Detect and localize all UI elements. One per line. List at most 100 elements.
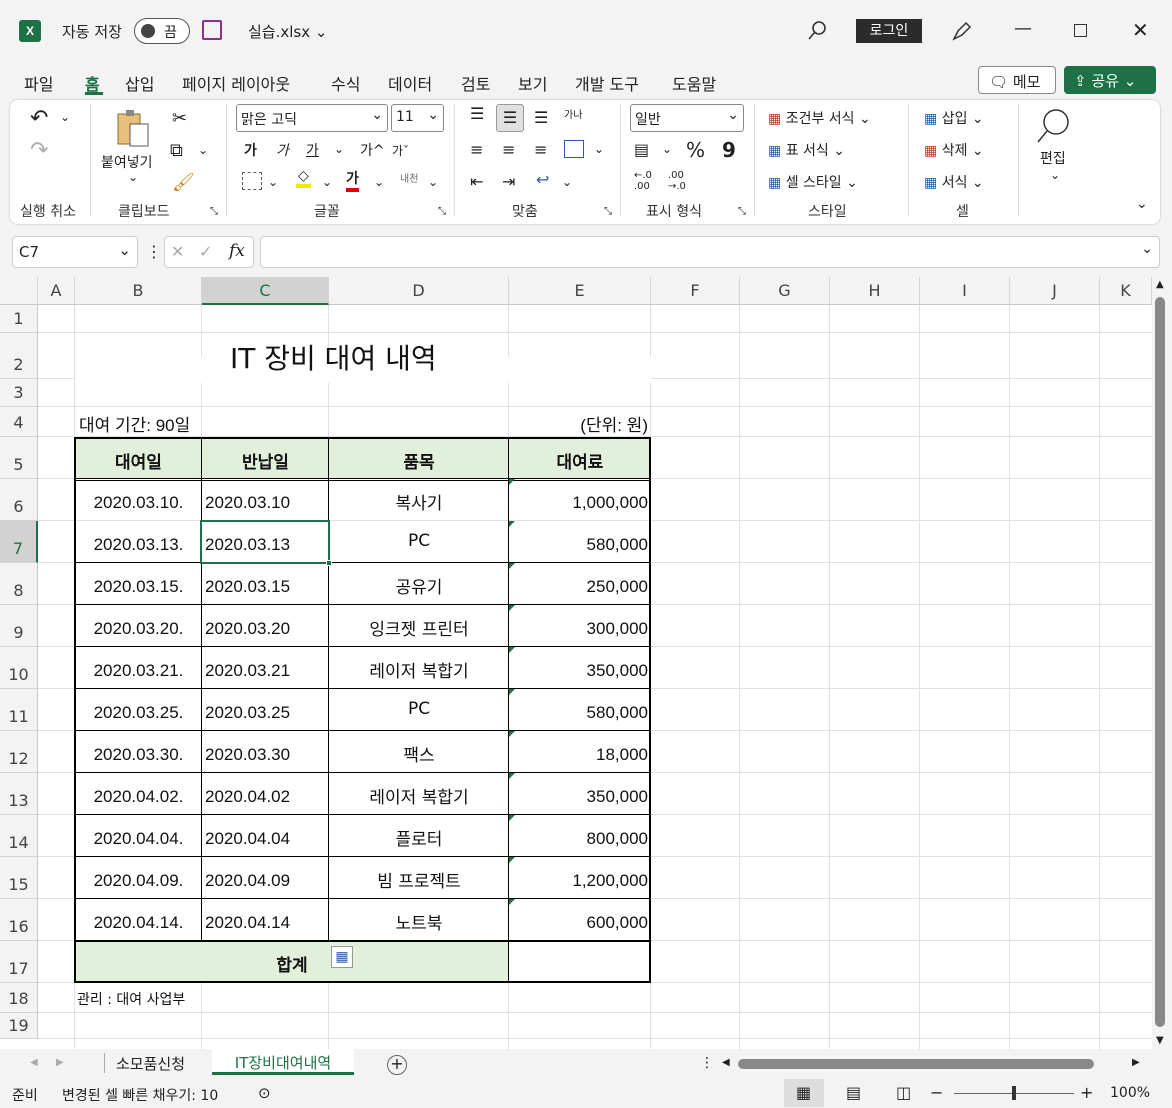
row-header[interactable]: 1: [0, 305, 38, 333]
zoom-level[interactable]: 100%: [1110, 1085, 1150, 1101]
autosave-toggle[interactable]: 끔: [134, 18, 190, 44]
number-format-combo[interactable]: 일반 ⌄: [630, 104, 744, 132]
sheet-tab-supplies[interactable]: 소모품신청: [116, 1053, 185, 1074]
align-right-icon[interactable]: ≡: [534, 140, 547, 159]
chevron-down-icon[interactable]: ⌄: [334, 142, 344, 156]
sheet-tab-it-rental[interactable]: IT장비대여내역: [212, 1049, 354, 1075]
row-header[interactable]: 15: [0, 857, 38, 899]
shrink-font-button[interactable]: 가ˇ: [392, 142, 409, 159]
column-header[interactable]: K: [1100, 277, 1152, 305]
format-as-table-button[interactable]: ▦ 표 서식 ⌄: [768, 140, 845, 160]
dialog-launcher-icon[interactable]: ⤡: [438, 206, 446, 217]
paste-icon[interactable]: [112, 108, 152, 150]
chevron-down-icon[interactable]: ⌄: [594, 142, 604, 156]
column-header[interactable]: A: [38, 277, 75, 305]
italic-button[interactable]: 가: [276, 140, 289, 160]
chevron-down-icon[interactable]: ⌄: [198, 143, 208, 157]
row-header[interactable]: 11: [0, 689, 38, 731]
column-header[interactable]: J: [1010, 277, 1100, 305]
row-header[interactable]: 19: [0, 1013, 38, 1039]
cut-icon[interactable]: ✂: [172, 108, 187, 129]
chevron-down-icon[interactable]: ⌄: [662, 142, 672, 156]
fill-color-icon[interactable]: ◇: [296, 168, 311, 188]
minimize-icon[interactable]: —: [1014, 18, 1032, 39]
close-icon[interactable]: ✕: [1132, 18, 1149, 42]
grow-font-button[interactable]: 가^: [360, 140, 385, 160]
row-header[interactable]: 6: [0, 479, 38, 521]
scroll-down-icon[interactable]: ▼: [1156, 1035, 1164, 1046]
chevron-down-icon[interactable]: ⌄: [1050, 168, 1060, 182]
align-middle-icon[interactable]: ☰: [496, 104, 524, 132]
page-layout-view-icon[interactable]: ▤: [846, 1083, 861, 1102]
scroll-left-icon[interactable]: ◀: [722, 1057, 730, 1068]
row-header[interactable]: 10: [0, 647, 38, 689]
align-center-icon[interactable]: ≡: [502, 140, 515, 159]
row-header[interactable]: 16: [0, 899, 38, 941]
copy-icon[interactable]: ⧉: [170, 140, 183, 161]
vertical-scrollbar[interactable]: ▲ ▼: [1152, 277, 1172, 1049]
search-icon[interactable]: [806, 20, 828, 42]
font-name-combo[interactable]: 맑은 고딕 ⌄: [236, 104, 388, 132]
scroll-right-icon[interactable]: ▶: [1132, 1057, 1140, 1068]
chevron-down-icon[interactable]: ⌄: [268, 175, 278, 189]
decrease-decimal-button[interactable]: .00 →.0: [668, 170, 694, 192]
dialog-launcher-icon[interactable]: ⤡: [210, 206, 218, 217]
borders-icon[interactable]: [242, 172, 262, 190]
merge-center-icon[interactable]: [564, 140, 584, 158]
format-painter-icon[interactable]: 🖌: [172, 172, 195, 193]
align-left-icon[interactable]: ≡: [470, 140, 483, 159]
more-options-icon[interactable]: ⋮: [700, 1055, 714, 1071]
share-button[interactable]: ⇪ 공유 ⌄: [1064, 66, 1156, 94]
font-color-button[interactable]: 가: [346, 168, 359, 192]
tab-data[interactable]: 데이터: [388, 71, 432, 95]
dialog-launcher-icon[interactable]: ⤡: [604, 206, 612, 217]
conditional-formatting-button[interactable]: ▦ 조건부 서식 ⌄: [768, 108, 871, 128]
chevron-down-icon[interactable]: ⌄: [60, 110, 70, 124]
enter-icon[interactable]: ✓: [199, 242, 212, 261]
underline-button[interactable]: 가: [306, 140, 319, 160]
column-header[interactable]: I: [920, 277, 1010, 305]
increase-indent-icon[interactable]: ⇥: [502, 172, 515, 191]
chevron-down-icon[interactable]: ⌄: [428, 175, 438, 189]
more-options-icon[interactable]: ⋮: [146, 242, 162, 261]
font-size-combo[interactable]: 11 ⌄: [391, 104, 444, 132]
pen-icon[interactable]: [950, 19, 974, 43]
row-header[interactable]: 4: [0, 407, 38, 437]
row-header[interactable]: 13: [0, 773, 38, 815]
formula-input[interactable]: ⌄: [260, 236, 1160, 268]
tab-developer[interactable]: 개발 도구: [575, 71, 639, 95]
row-header[interactable]: 12: [0, 731, 38, 773]
chevron-down-icon[interactable]: ⌄: [322, 175, 332, 189]
add-sheet-icon[interactable]: +: [387, 1055, 407, 1075]
scroll-up-icon[interactable]: ▲: [1156, 279, 1164, 290]
select-all-corner[interactable]: [0, 277, 38, 305]
chevron-down-icon[interactable]: ⌄: [562, 175, 572, 189]
ribbon-expand-icon[interactable]: ⌄: [1136, 196, 1148, 212]
row-header[interactable]: 9: [0, 605, 38, 647]
prev-sheet-icon[interactable]: ◀: [30, 1057, 38, 1068]
align-bottom-icon[interactable]: ☰: [534, 108, 548, 127]
filename-dropdown[interactable]: 실습.xlsx ⌄: [248, 21, 327, 42]
name-box[interactable]: C7 ⌄: [12, 236, 138, 268]
increase-decimal-button[interactable]: ←.0 .00: [634, 170, 660, 192]
login-button[interactable]: 로그인: [856, 19, 922, 43]
column-header[interactable]: E: [509, 277, 651, 305]
phonetic-button[interactable]: 내천: [400, 170, 418, 185]
insert-function-icon[interactable]: fx: [229, 241, 245, 261]
vertical-scroll-thumb[interactable]: [1155, 297, 1165, 1027]
tab-insert[interactable]: 삽입: [125, 71, 154, 95]
chevron-down-icon[interactable]: ⌄: [374, 175, 384, 189]
column-header[interactable]: C: [202, 277, 329, 305]
save-icon[interactable]: [202, 20, 222, 40]
editing-button[interactable]: 편집: [1040, 148, 1066, 168]
search-icon[interactable]: [1034, 106, 1074, 146]
normal-view-icon[interactable]: ▦: [784, 1079, 824, 1107]
row-header[interactable]: 17: [0, 941, 38, 983]
zoom-slider-thumb[interactable]: [1012, 1086, 1016, 1100]
chevron-down-icon[interactable]: ⌄: [128, 170, 138, 184]
column-header[interactable]: F: [651, 277, 740, 305]
zoom-in-icon[interactable]: +: [1080, 1083, 1093, 1102]
tab-file[interactable]: 파일: [24, 71, 53, 95]
tab-page-layout[interactable]: 페이지 레이아웃: [182, 71, 290, 95]
row-header[interactable]: 14: [0, 815, 38, 857]
